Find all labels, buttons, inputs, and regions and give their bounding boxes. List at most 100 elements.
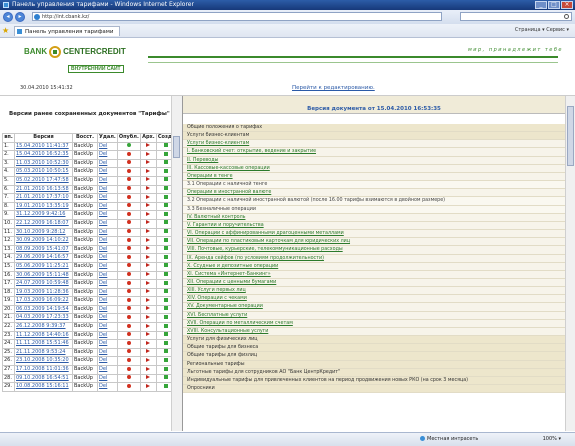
tariff-section[interactable]: Общие тарифы для физлиц [183,352,565,361]
archive-action[interactable] [139,201,157,212]
archive-action[interactable] [139,184,157,195]
publish-status[interactable] [116,270,141,281]
delete-link[interactable]: Del [97,227,118,238]
delete-link[interactable]: Del [97,270,118,281]
publish-status[interactable] [116,158,141,169]
tab-active[interactable]: Панель управления тарифами [14,26,120,36]
tariff-link[interactable]: IX. Аренда сейфов (по условиям продолжит… [183,254,565,263]
archive-action[interactable] [139,158,157,169]
tariff-link[interactable]: III. Кассовые-кассовые операции [183,164,565,173]
delete-link[interactable]: Del [97,201,118,212]
version-date-link[interactable]: 30.10.2009 9:28:12 [14,227,73,238]
version-date-link[interactable]: 08.09.2009 15:41:07 [14,244,73,255]
tariff-section[interactable]: Услуги для физических лиц [183,336,565,345]
publish-status[interactable] [116,141,141,152]
backup-action[interactable]: BackUp [72,330,98,341]
zoom-control[interactable]: 100% ▾ [543,433,561,446]
delete-link[interactable]: Del [97,261,118,272]
delete-link[interactable]: Del [97,175,118,186]
backup-action[interactable]: BackUp [72,279,98,289]
backup-action[interactable]: BackUp [72,193,98,203]
versions-scrollbar[interactable] [171,96,182,431]
backup-action[interactable]: BackUp [72,175,98,186]
backup-action[interactable]: BackUp [72,201,98,212]
publish-status[interactable] [116,236,141,246]
tariff-link[interactable]: X. Ссудные и депозитные операции [183,262,565,271]
version-date-link[interactable]: 19.03.2009 11:28:36 [14,287,73,298]
delete-link[interactable]: Del [97,279,118,289]
archive-action[interactable] [139,167,157,177]
version-date-link[interactable]: 04.03.2009 17:23:33 [14,313,73,324]
delete-link[interactable]: Del [97,184,118,195]
backup-action[interactable]: BackUp [72,304,98,315]
edit-link[interactable]: Перейти к редактированию. [292,85,375,91]
publish-status[interactable] [116,347,141,358]
archive-action[interactable] [139,261,157,272]
tariff-link[interactable]: XVIII. Консультационные услуги [183,327,565,337]
archive-action[interactable] [139,330,157,341]
archive-action[interactable] [139,322,157,332]
tariff-link[interactable]: XI. Система «Интернет-Банкинг» [183,270,565,279]
tariff-link[interactable]: XIV. Операции с чеками [183,295,565,304]
archive-action[interactable] [139,244,157,255]
backup-action[interactable]: BackUp [72,218,98,229]
tariff-link[interactable]: II. Переводы [183,156,565,165]
url-input[interactable]: http://int.cbank.kz/ [32,12,442,21]
archive-action[interactable] [139,287,157,298]
backup-action[interactable]: BackUp [72,184,98,195]
backup-action[interactable]: BackUp [72,296,98,306]
delete-link[interactable]: Del [97,253,118,263]
tariff-link[interactable]: XVI. Бесплатные услуги [183,311,565,320]
tariff-link[interactable]: VI. Операции с аффинированными драгоценн… [183,230,565,239]
delete-link[interactable]: Del [97,365,118,375]
archive-action[interactable] [139,356,157,367]
backup-action[interactable]: BackUp [72,236,98,246]
publish-status[interactable] [116,330,141,341]
delete-link[interactable]: Del [97,244,118,255]
delete-link[interactable]: Del [97,236,118,246]
tariff-link[interactable]: IV. Валютный контроль [183,213,565,222]
maximize-button[interactable]: □ [548,1,560,9]
search-input[interactable] [460,12,572,21]
publish-status[interactable] [116,150,141,160]
favorites-star-icon[interactable]: ★ [2,26,9,35]
version-date-link[interactable]: 05.02.2010 17:47:58 [14,175,73,186]
backup-action[interactable]: BackUp [72,313,98,324]
backup-action[interactable]: BackUp [72,158,98,169]
publish-status[interactable] [116,304,141,315]
publish-status[interactable] [116,193,141,203]
backup-action[interactable]: BackUp [72,322,98,332]
tariff-link[interactable]: XIII. Услуги первых лиц [183,287,565,296]
tariff-section[interactable]: Услуги бизнес-клиентам [183,132,565,141]
delete-link[interactable]: Del [97,158,118,169]
version-date-link[interactable]: 06.03.2009 14:19:54 [14,304,73,315]
tariff-link[interactable]: XV. Документарные операции [183,303,565,312]
archive-action[interactable] [139,227,157,238]
publish-status[interactable] [116,322,141,332]
version-date-link[interactable]: 15.04.2010 16:52:35 [14,150,73,160]
delete-link[interactable]: Del [97,330,118,341]
document-scrollbar[interactable] [565,96,575,431]
version-date-link[interactable]: 11.12.2008 14:40:16 [14,330,73,341]
delete-link[interactable]: Del [97,287,118,298]
archive-action[interactable] [139,304,157,315]
publish-status[interactable] [116,339,141,349]
backup-action[interactable]: BackUp [72,365,98,375]
backup-action[interactable]: BackUp [72,347,98,358]
version-date-link[interactable]: 11.03.2010 10:52:30 [14,158,73,169]
version-date-link[interactable]: 17.10.2008 11:01:36 [14,365,73,375]
archive-action[interactable] [139,175,157,186]
publish-status[interactable] [116,210,141,220]
version-date-link[interactable]: 26.12.2008 9:39:37 [14,322,73,332]
version-date-link[interactable]: 19.01.2010 13:35:19 [14,201,73,212]
publish-status[interactable] [116,261,141,272]
backup-action[interactable]: BackUp [72,167,98,177]
version-date-link[interactable]: 17.03.2009 16:09:22 [14,296,73,306]
backup-action[interactable]: BackUp [72,261,98,272]
scroll-thumb[interactable] [567,106,574,166]
publish-status[interactable] [116,296,141,306]
publish-status[interactable] [116,365,141,375]
minimize-button[interactable]: _ [535,1,547,9]
archive-action[interactable] [139,210,157,220]
backup-action[interactable]: BackUp [72,227,98,238]
